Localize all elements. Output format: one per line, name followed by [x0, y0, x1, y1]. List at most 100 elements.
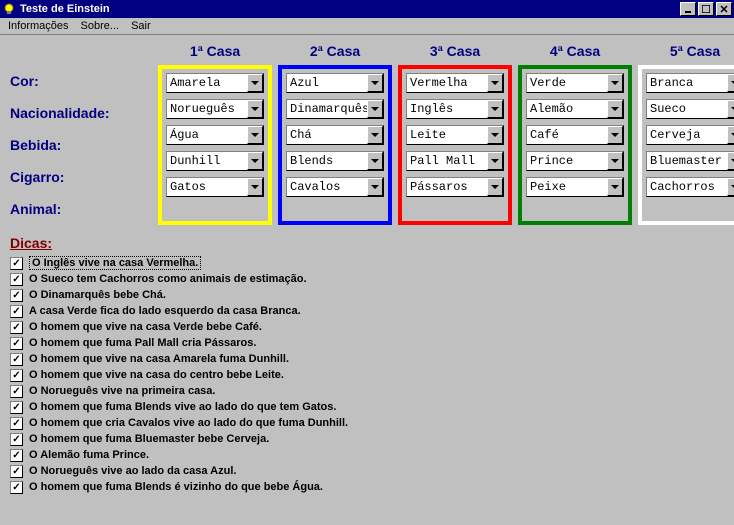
- chevron-down-icon[interactable]: [247, 74, 263, 92]
- hint-text: O homem que vive na casa Verde bebe Café…: [29, 321, 262, 333]
- hint-text: O Sueco tem Cachorros como animais de es…: [29, 273, 307, 285]
- chevron-down-icon[interactable]: [727, 100, 734, 118]
- hint-checkbox[interactable]: ✓: [10, 257, 23, 270]
- combo-value: Pall Mall: [407, 154, 487, 168]
- combo-cig-house-5[interactable]: Bluemaster: [646, 151, 734, 171]
- chevron-down-icon[interactable]: [247, 152, 263, 170]
- hint-checkbox[interactable]: ✓: [10, 481, 23, 494]
- chevron-down-icon[interactable]: [247, 100, 263, 118]
- chevron-down-icon[interactable]: [247, 178, 263, 196]
- house-5: Branca Sueco Cerveja Bluemaster Cachorros: [638, 65, 734, 225]
- combo-value: Branca: [647, 76, 727, 90]
- combo-value: Azul: [287, 76, 367, 90]
- dicas-title: Dicas:: [10, 235, 724, 251]
- combo-nac-house-2[interactable]: Dinamarquês: [286, 99, 384, 119]
- chevron-down-icon[interactable]: [607, 74, 623, 92]
- combo-cor-house-1[interactable]: Amarela: [166, 73, 264, 93]
- maximize-button[interactable]: [698, 2, 714, 16]
- combo-nac-house-4[interactable]: Alemão: [526, 99, 624, 119]
- combo-beb-house-4[interactable]: Café: [526, 125, 624, 145]
- hint-checkbox[interactable]: ✓: [10, 369, 23, 382]
- combo-value: Cavalos: [287, 180, 367, 194]
- combo-nac-house-1[interactable]: Norueguês: [166, 99, 264, 119]
- hint-checkbox[interactable]: ✓: [10, 449, 23, 462]
- hint-checkbox[interactable]: ✓: [10, 385, 23, 398]
- combo-value: Alemão: [527, 102, 607, 116]
- chevron-down-icon[interactable]: [367, 178, 383, 196]
- chevron-down-icon[interactable]: [367, 100, 383, 118]
- hint-row: ✓O homem que cria Cavalos vive ao lado d…: [10, 415, 724, 431]
- combo-beb-house-2[interactable]: Chá: [286, 125, 384, 145]
- chevron-down-icon[interactable]: [607, 100, 623, 118]
- menu-exit[interactable]: Sair: [131, 20, 151, 32]
- combo-ani-house-4[interactable]: Peixe: [526, 177, 624, 197]
- hint-text: O homem que fuma Bluemaster bebe Cerveja…: [29, 433, 269, 445]
- combo-ani-house-5[interactable]: Cachorros: [646, 177, 734, 197]
- combo-value: Leite: [407, 128, 487, 142]
- chevron-down-icon[interactable]: [727, 152, 734, 170]
- header-casa-4: 4ª Casa: [518, 43, 632, 65]
- combo-nac-house-5[interactable]: Sueco: [646, 99, 734, 119]
- hint-checkbox[interactable]: ✓: [10, 321, 23, 334]
- hint-checkbox[interactable]: ✓: [10, 465, 23, 478]
- chevron-down-icon[interactable]: [607, 178, 623, 196]
- hint-checkbox[interactable]: ✓: [10, 273, 23, 286]
- close-button[interactable]: [716, 2, 732, 16]
- combo-cig-house-3[interactable]: Pall Mall: [406, 151, 504, 171]
- hint-row: ✓O Dinamarquês bebe Chá.: [10, 287, 724, 303]
- combo-cig-house-1[interactable]: Dunhill: [166, 151, 264, 171]
- hints-list: ✓O Inglês vive na casa Vermelha.✓O Sueco…: [10, 255, 724, 495]
- combo-beb-house-3[interactable]: Leite: [406, 125, 504, 145]
- combo-value: Pássaros: [407, 180, 487, 194]
- combo-ani-house-3[interactable]: Pássaros: [406, 177, 504, 197]
- combo-cor-house-3[interactable]: Vermelha: [406, 73, 504, 93]
- menu-info[interactable]: Informações: [8, 20, 69, 32]
- combo-cor-house-5[interactable]: Branca: [646, 73, 734, 93]
- combo-cor-house-4[interactable]: Verde: [526, 73, 624, 93]
- hint-checkbox[interactable]: ✓: [10, 289, 23, 302]
- chevron-down-icon[interactable]: [607, 126, 623, 144]
- chevron-down-icon[interactable]: [487, 74, 503, 92]
- combo-cor-house-2[interactable]: Azul: [286, 73, 384, 93]
- chevron-down-icon[interactable]: [487, 152, 503, 170]
- minimize-button[interactable]: [680, 2, 696, 16]
- combo-value: Vermelha: [407, 76, 487, 90]
- chevron-down-icon[interactable]: [247, 126, 263, 144]
- combo-beb-house-5[interactable]: Cerveja: [646, 125, 734, 145]
- hint-checkbox[interactable]: ✓: [10, 401, 23, 414]
- hint-text: O homem que vive na casa Amarela fuma Du…: [29, 353, 289, 365]
- chevron-down-icon[interactable]: [487, 126, 503, 144]
- chevron-down-icon[interactable]: [367, 74, 383, 92]
- hint-row: ✓O homem que vive na casa do centro bebe…: [10, 367, 724, 383]
- combo-ani-house-1[interactable]: Gatos: [166, 177, 264, 197]
- combo-beb-house-1[interactable]: Água: [166, 125, 264, 145]
- menu-about[interactable]: Sobre...: [81, 20, 120, 32]
- row-label-cig: Cigarro:: [10, 161, 152, 193]
- chevron-down-icon[interactable]: [367, 126, 383, 144]
- chevron-down-icon[interactable]: [727, 74, 734, 92]
- chevron-down-icon[interactable]: [487, 178, 503, 196]
- hint-checkbox[interactable]: ✓: [10, 353, 23, 366]
- chevron-down-icon[interactable]: [727, 126, 734, 144]
- combo-nac-house-3[interactable]: Inglês: [406, 99, 504, 119]
- header-casa-5: 5ª Casa: [638, 43, 734, 65]
- house-2: Azul Dinamarquês Chá Blends Cavalos: [278, 65, 392, 225]
- hint-checkbox[interactable]: ✓: [10, 417, 23, 430]
- header-casa-1: 1ª Casa: [158, 43, 272, 65]
- hint-checkbox[interactable]: ✓: [10, 337, 23, 350]
- combo-value: Chá: [287, 128, 367, 142]
- hint-row: ✓ O homem que vive na casa Amarela fuma D…: [10, 351, 724, 367]
- row-label-nac: Nacionalidade:: [10, 97, 152, 129]
- chevron-down-icon[interactable]: [607, 152, 623, 170]
- chevron-down-icon[interactable]: [727, 178, 734, 196]
- combo-cig-house-4[interactable]: Prince: [526, 151, 624, 171]
- hint-checkbox[interactable]: ✓: [10, 305, 23, 318]
- window-title: Teste de Einstein: [20, 3, 680, 15]
- combo-ani-house-2[interactable]: Cavalos: [286, 177, 384, 197]
- chevron-down-icon[interactable]: [487, 100, 503, 118]
- combo-cig-house-2[interactable]: Blends: [286, 151, 384, 171]
- combo-value: Prince: [527, 154, 607, 168]
- chevron-down-icon[interactable]: [367, 152, 383, 170]
- hint-text: A casa Verde fica do lado esquerdo da ca…: [29, 305, 301, 317]
- hint-checkbox[interactable]: ✓: [10, 433, 23, 446]
